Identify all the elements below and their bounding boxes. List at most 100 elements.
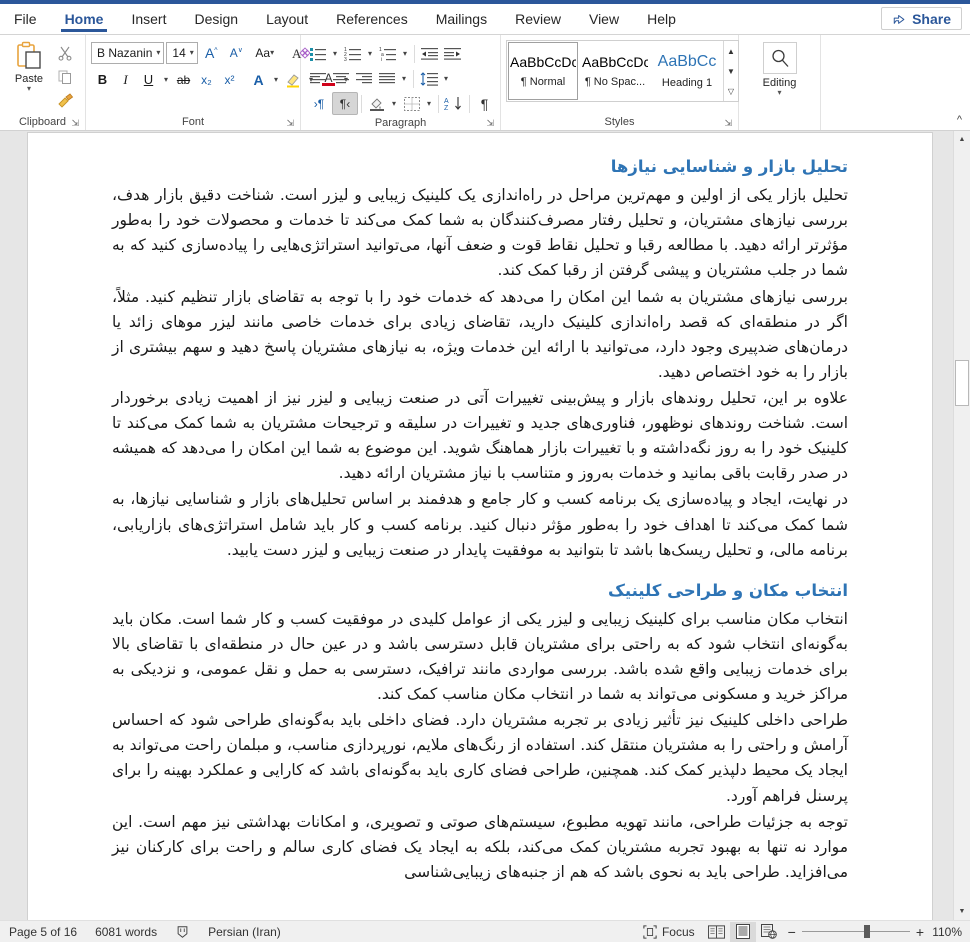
increase-indent-button[interactable] xyxy=(441,42,464,65)
change-case-button[interactable]: Aa ▾ xyxy=(250,41,280,64)
borders-dropdown[interactable]: ▾ xyxy=(423,92,435,115)
shading-button[interactable] xyxy=(365,92,388,115)
status-word-count[interactable]: 6081 words xyxy=(86,921,166,942)
grow-font-button[interactable]: A^ xyxy=(200,41,223,64)
style-gallery-up-icon[interactable]: ▲ xyxy=(724,41,738,61)
format-painter-button[interactable] xyxy=(53,90,77,112)
ltr-direction-button[interactable]: ›¶ xyxy=(306,92,332,115)
show-formatting-marks-button[interactable]: ¶ xyxy=(473,92,496,115)
borders-button[interactable] xyxy=(400,92,423,115)
subscript-button[interactable]: x₂ xyxy=(195,68,218,91)
tab-file[interactable]: File xyxy=(0,4,51,34)
decrease-indent-button[interactable] xyxy=(418,42,441,65)
superscript-button[interactable]: x² xyxy=(218,68,241,91)
view-web-layout-button[interactable] xyxy=(756,922,782,942)
tab-mailings[interactable]: Mailings xyxy=(422,4,501,34)
strikethrough-button[interactable]: ab xyxy=(172,68,195,91)
zoom-slider-thumb[interactable] xyxy=(863,925,870,938)
view-print-layout-button[interactable] xyxy=(729,921,756,942)
scroll-down-icon[interactable]: ▼ xyxy=(954,903,970,920)
cut-button[interactable] xyxy=(53,42,77,64)
paste-dropdown-caret[interactable]: ▾ xyxy=(27,85,31,93)
document-canvas[interactable]: تحلیل بازار و شناسایی نیازها تحلیل بازار… xyxy=(0,131,970,920)
font-name-chevron-down-icon[interactable]: ▾ xyxy=(156,48,160,57)
rtl-direction-button[interactable]: ¶‹ xyxy=(332,92,358,115)
underline-button[interactable]: U xyxy=(137,68,160,91)
paste-button[interactable]: Paste ▾ xyxy=(5,40,53,112)
editing-button[interactable]: Editing ▾ xyxy=(749,42,811,97)
numbering-button[interactable]: 1 2 3 xyxy=(341,42,364,65)
scroll-thumb[interactable] xyxy=(955,360,969,406)
align-center-button[interactable] xyxy=(329,67,352,90)
style-heading-1-preview: AaBbCс xyxy=(657,53,717,70)
tab-layout[interactable]: Layout xyxy=(252,4,322,34)
font-dialog-launcher-icon[interactable]: ⇲ xyxy=(286,118,294,129)
styles-dialog-launcher-icon[interactable]: ⇲ xyxy=(724,118,732,129)
underline-dropdown[interactable]: ▾ xyxy=(160,68,172,91)
scrollbar-track[interactable] xyxy=(954,148,970,903)
editing-chevron-down-icon[interactable]: ▾ xyxy=(777,89,781,97)
shrink-font-button[interactable]: A∨ xyxy=(225,41,248,64)
paragraph-dialog-launcher-icon[interactable]: ⇲ xyxy=(486,118,494,129)
text-effects-dropdown[interactable]: ▾ xyxy=(270,68,282,91)
document-page[interactable]: تحلیل بازار و شناسایی نیازها تحلیل بازار… xyxy=(28,133,932,920)
font-name-combo[interactable]: B Nazanin ▾ xyxy=(91,41,165,64)
multilevel-list-button[interactable]: 1 a i xyxy=(376,42,399,65)
multilevel-dropdown[interactable]: ▾ xyxy=(399,42,411,65)
section-heading-1: تحلیل بازار و شناسایی نیازها xyxy=(610,157,848,176)
status-language-label: Persian (Iran) xyxy=(208,924,281,939)
style-gallery-more-icon[interactable]: ▽ xyxy=(724,81,738,101)
tab-help[interactable]: Help xyxy=(633,4,690,34)
zoom-out-button[interactable]: − xyxy=(788,925,796,939)
tab-design[interactable]: Design xyxy=(180,4,252,34)
focus-mode-button[interactable]: Focus xyxy=(634,921,704,942)
line-spacing-button[interactable] xyxy=(417,67,440,90)
paragraph-1-1: تحلیل بازار یکی از اولین و مهم‌ترین مراح… xyxy=(112,186,848,280)
bullets-dropdown[interactable]: ▾ xyxy=(329,42,341,65)
shading-dropdown[interactable]: ▾ xyxy=(388,92,400,115)
status-proofing[interactable] xyxy=(166,921,199,942)
bullets-button[interactable] xyxy=(306,42,329,65)
bold-button[interactable]: B xyxy=(91,68,114,91)
numbering-dropdown[interactable]: ▾ xyxy=(364,42,376,65)
share-button[interactable]: Share xyxy=(881,7,962,30)
status-language[interactable]: Persian (Iran) xyxy=(199,921,290,942)
tab-design-label: Design xyxy=(194,11,239,27)
style-heading-1[interactable]: AaBbCс Heading 1 xyxy=(652,42,722,100)
vertical-scrollbar[interactable]: ▲ ▼ xyxy=(953,131,970,920)
change-case-chevron-down-icon[interactable]: ▾ xyxy=(270,48,274,57)
copy-button[interactable] xyxy=(53,66,77,88)
align-right-button[interactable] xyxy=(352,67,375,90)
text-effects-button[interactable]: A xyxy=(247,68,270,91)
style-gallery-down-icon[interactable]: ▼ xyxy=(724,61,738,81)
view-read-mode-button[interactable] xyxy=(704,922,730,942)
tab-view[interactable]: View xyxy=(575,4,633,34)
tab-layout-label: Layout xyxy=(266,11,309,27)
tab-home[interactable]: Home xyxy=(51,4,118,34)
align-left-button[interactable] xyxy=(306,67,329,90)
style-normal-name: ¶ Normal xyxy=(520,76,566,88)
tab-insert[interactable]: Insert xyxy=(117,4,180,34)
print-layout-icon xyxy=(735,924,750,939)
zoom-level-label[interactable]: 110% xyxy=(930,925,970,939)
focus-label: Focus xyxy=(661,924,695,939)
tab-review[interactable]: Review xyxy=(501,4,575,34)
style-normal[interactable]: AaBbCcDc ¶ Normal xyxy=(508,42,578,100)
justify-dropdown[interactable]: ▾ xyxy=(398,67,410,90)
tab-references[interactable]: References xyxy=(322,4,422,34)
italic-button[interactable]: I xyxy=(114,68,137,91)
font-size-chevron-down-icon[interactable]: ▾ xyxy=(190,48,194,57)
clipboard-dialog-launcher-icon[interactable]: ⇲ xyxy=(71,118,79,129)
status-page-indicator[interactable]: Page 5 of 16 xyxy=(0,921,86,942)
style-no-spacing[interactable]: AaBbCcDc ¶ No Spac... xyxy=(580,42,650,100)
zoom-slider-track[interactable] xyxy=(801,925,910,938)
line-spacing-dropdown[interactable]: ▾ xyxy=(440,67,452,90)
scroll-up-icon[interactable]: ▲ xyxy=(954,131,970,148)
line-spacing-icon xyxy=(420,71,438,86)
zoom-in-button[interactable]: + xyxy=(916,925,924,939)
zoom-control[interactable]: − + xyxy=(782,925,930,939)
sort-button[interactable]: A Z xyxy=(442,92,466,115)
font-size-combo[interactable]: 14 ▾ xyxy=(166,41,198,64)
ribbon-collapse-chevron-up-icon[interactable]: ^ xyxy=(957,114,962,126)
justify-button[interactable] xyxy=(375,67,398,90)
